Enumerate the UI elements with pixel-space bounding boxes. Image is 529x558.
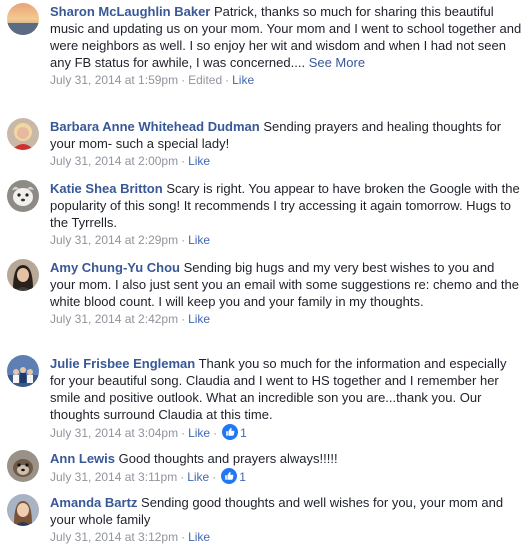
thumbs-up-reaction-icon[interactable]: [221, 468, 238, 488]
like-button[interactable]: Like: [188, 154, 210, 168]
separator-dot: ·: [213, 426, 218, 440]
separator-dot: ·: [181, 154, 186, 168]
like-button[interactable]: Like: [187, 470, 209, 484]
edited-label[interactable]: Edited: [188, 73, 222, 87]
comment-meta: July 31, 2014 at 2:00pm · Like: [50, 153, 523, 169]
comment-timestamp[interactable]: July 31, 2014 at 1:59pm: [50, 73, 178, 87]
comment-timestamp[interactable]: July 31, 2014 at 2:00pm: [50, 154, 178, 168]
comment-timestamp[interactable]: July 31, 2014 at 2:42pm: [50, 312, 178, 326]
separator-dot: ·: [212, 470, 217, 484]
comment-author[interactable]: Barbara Anne Whitehead Dudman: [50, 119, 260, 134]
comment-list: Sharon McLaughlin Baker Patrick, thanks …: [0, 0, 529, 558]
comment-meta: July 31, 2014 at 3:11pm · Like · 1: [50, 468, 523, 488]
comment-timestamp[interactable]: July 31, 2014 at 3:12pm: [50, 530, 178, 544]
separator-dot: ·: [181, 312, 186, 326]
comment-meta: July 31, 2014 at 3:12pm · Like: [50, 529, 523, 545]
separator-dot: ·: [181, 233, 186, 247]
woman-dark-hair-avatar-icon[interactable]: [7, 259, 39, 291]
separator-dot: ·: [181, 73, 186, 87]
separator-dot: ·: [225, 73, 230, 87]
like-button[interactable]: Like: [232, 73, 254, 87]
comment-meta: July 31, 2014 at 2:42pm · Like: [50, 311, 523, 327]
comment-meta: July 31, 2014 at 3:04pm · Like · 1: [50, 424, 523, 444]
woman-avatar-icon[interactable]: [7, 494, 39, 526]
comment-author[interactable]: Amanda Bartz: [50, 495, 137, 510]
comment-text: Good thoughts and prayers always!!!!!: [118, 451, 338, 466]
woman-blonde-avatar-icon[interactable]: [7, 118, 39, 150]
comment-timestamp[interactable]: July 31, 2014 at 3:04pm: [50, 426, 178, 440]
comment-author[interactable]: Amy Chung-Yu Chou: [50, 260, 180, 275]
separator-dot: ·: [181, 426, 186, 440]
comment-author[interactable]: Ann Lewis: [50, 451, 115, 466]
comment-timestamp[interactable]: July 31, 2014 at 3:11pm: [50, 470, 177, 484]
separator-dot: ·: [180, 470, 185, 484]
separator-dot: ·: [181, 530, 186, 544]
dog-small-avatar-icon[interactable]: [7, 450, 39, 482]
like-button[interactable]: Like: [188, 426, 210, 440]
like-button[interactable]: Like: [188, 312, 210, 326]
comment-meta: July 31, 2014 at 1:59pm · Edited · Like: [50, 72, 523, 88]
see-more-link[interactable]: See More: [309, 55, 365, 70]
comment-meta: July 31, 2014 at 2:29pm · Like: [50, 232, 523, 248]
comment-timestamp[interactable]: July 31, 2014 at 2:29pm: [50, 233, 178, 247]
sunset-avatar-icon[interactable]: [7, 3, 39, 35]
comment-author[interactable]: Sharon McLaughlin Baker: [50, 4, 210, 19]
reaction-count[interactable]: 1: [240, 426, 247, 440]
comment-author[interactable]: Julie Frisbee Engleman: [50, 356, 195, 371]
comment-author[interactable]: Katie Shea Britton: [50, 181, 163, 196]
like-button[interactable]: Like: [188, 530, 210, 544]
thumbs-up-reaction-icon[interactable]: [222, 424, 239, 444]
group-avatar-icon[interactable]: [7, 355, 39, 387]
dog-avatar-icon[interactable]: [7, 180, 39, 212]
like-button[interactable]: Like: [188, 233, 210, 247]
reaction-count[interactable]: 1: [239, 470, 246, 484]
